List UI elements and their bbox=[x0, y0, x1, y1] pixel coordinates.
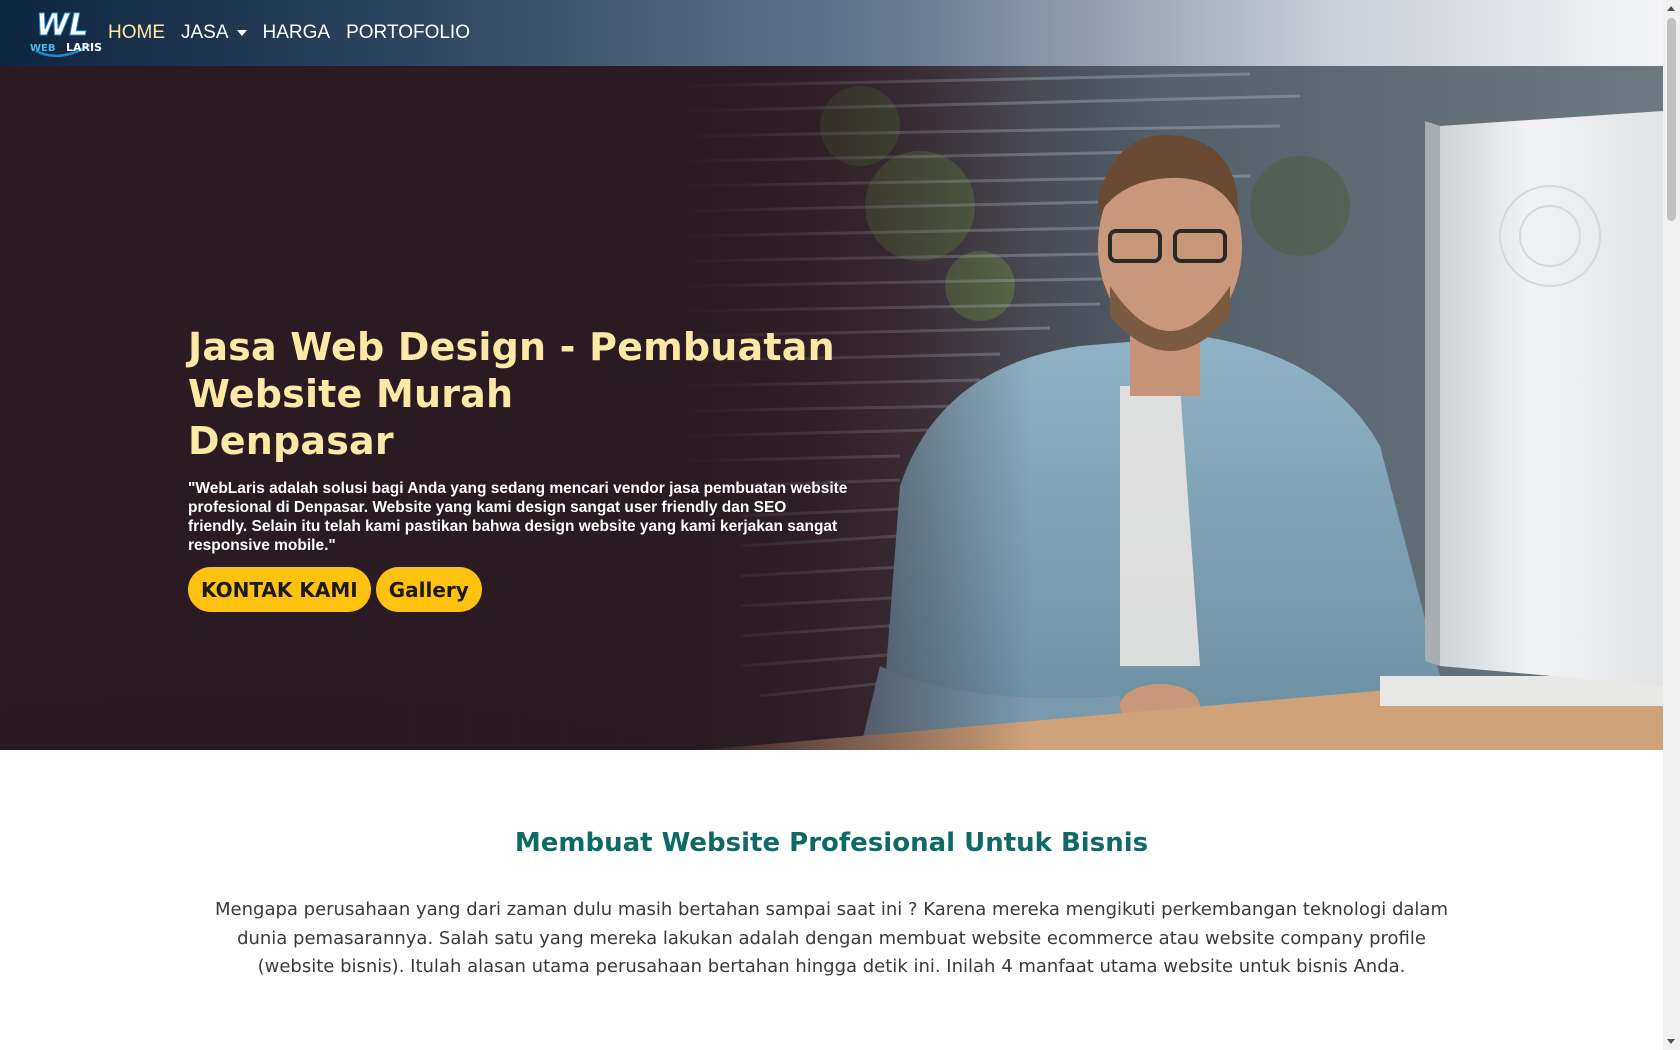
contact-us-button[interactable]: KONTAK KAMI bbox=[188, 567, 371, 612]
hero-buttons: KONTAK KAMI Gallery bbox=[188, 567, 848, 612]
weblaris-logo[interactable]: WL WEB LARIS bbox=[30, 5, 104, 59]
hero-description: "WebLaris adalah solusi bagi Anda yang s… bbox=[188, 480, 848, 554]
nav-harga-label: HARGA bbox=[262, 22, 331, 43]
nav-portofolio[interactable]: PORTOFOLIO bbox=[346, 22, 470, 44]
hero-title-line-2: Website Murah bbox=[188, 372, 514, 416]
navbar: WL WEB LARIS HOME JASA HARGA PORTOFOLIO bbox=[0, 0, 1663, 66]
nav-home-label: HOME bbox=[108, 22, 165, 43]
hero-title: Jasa Web Design - Pembuatan Website Mura… bbox=[188, 324, 848, 465]
scroll-up-arrow-icon[interactable] bbox=[1667, 6, 1675, 11]
page: WL WEB LARIS HOME JASA HARGA PORTOFOLIO bbox=[0, 0, 1663, 1050]
section-title: Membuat Website Profesional Untuk Bisnis bbox=[514, 828, 1149, 858]
nav-jasa-dropdown[interactable]: JASA bbox=[181, 22, 247, 44]
svg-text:LARIS: LARIS bbox=[66, 41, 102, 54]
svg-text:WEB: WEB bbox=[30, 43, 55, 54]
section-paragraph: Mengapa perusahaan yang dari zaman dulu … bbox=[215, 899, 1448, 977]
hero-content: Jasa Web Design - Pembuatan Website Mura… bbox=[188, 324, 848, 612]
nav-harga[interactable]: HARGA bbox=[263, 22, 331, 44]
nav-home[interactable]: HOME bbox=[108, 22, 165, 44]
svg-text:WL: WL bbox=[36, 8, 88, 43]
hero-title-line-1: Jasa Web Design - Pembuatan bbox=[188, 325, 835, 369]
nav-portofolio-label: PORTOFOLIO bbox=[346, 22, 470, 43]
hero-banner: Jasa Web Design - Pembuatan Website Mura… bbox=[0, 66, 1663, 750]
hero-title-line-3: Denpasar bbox=[188, 419, 394, 463]
nav-menu: HOME JASA HARGA PORTOFOLIO bbox=[108, 0, 486, 66]
logo-graphic: WL WEB LARIS bbox=[30, 8, 102, 58]
page-scrollbar[interactable] bbox=[1663, 0, 1680, 1050]
caret-down-icon bbox=[236, 30, 247, 36]
scrollbar-thumb[interactable] bbox=[1667, 18, 1676, 221]
scroll-down-arrow-icon[interactable] bbox=[1667, 1039, 1675, 1044]
gallery-button[interactable]: Gallery bbox=[375, 567, 482, 612]
nav-jasa-label: JASA bbox=[181, 22, 229, 43]
